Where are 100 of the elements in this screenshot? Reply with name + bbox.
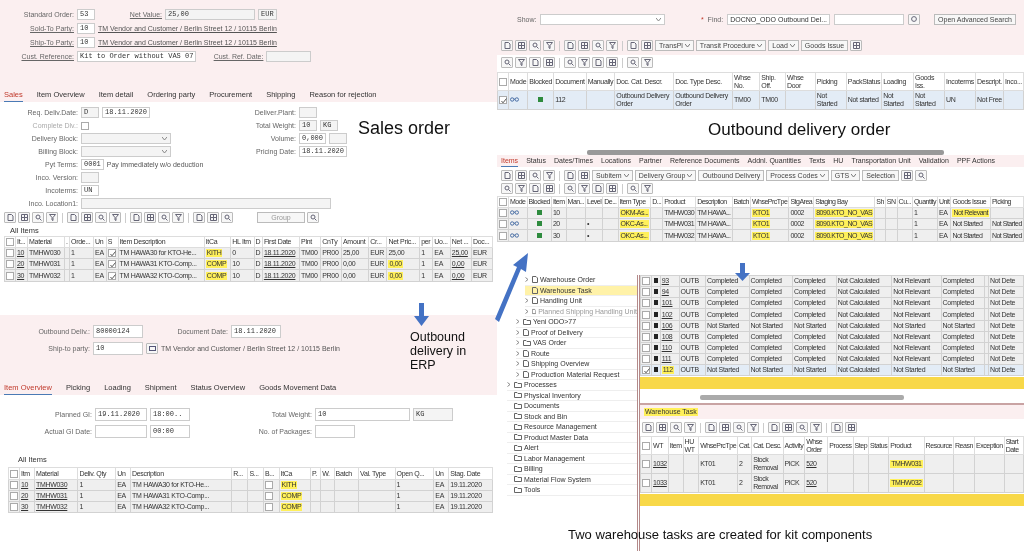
row-checkbox[interactable] bbox=[10, 491, 18, 500]
toolbar-button[interactable] bbox=[656, 422, 668, 434]
toolbar-button[interactable] bbox=[831, 422, 843, 434]
input-field[interactable] bbox=[81, 198, 331, 209]
dropdown-field[interactable] bbox=[81, 146, 171, 157]
toolbar-button[interactable] bbox=[670, 422, 682, 434]
input-field[interactable] bbox=[315, 424, 355, 438]
toolbar-button[interactable] bbox=[501, 40, 513, 51]
checkbox[interactable] bbox=[107, 271, 116, 280]
toolbar-button[interactable] bbox=[95, 212, 107, 223]
toolbar-button[interactable] bbox=[543, 40, 555, 51]
toolbar-button[interactable] bbox=[747, 422, 759, 434]
toolbar-button[interactable] bbox=[529, 170, 541, 181]
toolbar-button[interactable] bbox=[641, 40, 653, 51]
input-field[interactable] bbox=[834, 13, 905, 25]
scrollbar[interactable] bbox=[587, 150, 944, 155]
toolbar-button[interactable] bbox=[529, 57, 541, 68]
row-checkbox[interactable] bbox=[642, 355, 650, 364]
toolbar-button[interactable] bbox=[515, 57, 527, 68]
toolbar-button[interactable] bbox=[627, 57, 639, 68]
toolbar-button[interactable] bbox=[641, 183, 653, 194]
input-field[interactable] bbox=[81, 172, 99, 183]
toolbar-button[interactable] bbox=[564, 183, 576, 194]
toolbar-button[interactable] bbox=[733, 422, 745, 434]
row-checkbox[interactable] bbox=[6, 271, 14, 280]
toolbar-button[interactable] bbox=[606, 40, 618, 51]
toolbar-button[interactable] bbox=[627, 183, 639, 194]
toolbar-button[interactable] bbox=[915, 170, 927, 181]
toolbar-button[interactable] bbox=[501, 57, 513, 68]
toolbar-button[interactable] bbox=[32, 212, 44, 223]
toolbar-button[interactable] bbox=[578, 183, 590, 194]
row-checkbox[interactable] bbox=[642, 479, 650, 488]
checkbox[interactable] bbox=[107, 249, 116, 258]
toolbar-button[interactable] bbox=[18, 212, 30, 223]
toolbar-button[interactable] bbox=[592, 40, 604, 51]
toolbar-button[interactable] bbox=[810, 422, 822, 434]
select-all-checkbox[interactable] bbox=[499, 198, 507, 207]
toolbar-button[interactable] bbox=[515, 183, 527, 194]
row-checkbox[interactable] bbox=[642, 321, 650, 330]
toolbar-button[interactable] bbox=[564, 40, 576, 51]
toolbar-button[interactable] bbox=[515, 40, 527, 51]
toolbar-button[interactable] bbox=[578, 57, 590, 68]
toolbar-button[interactable] bbox=[578, 40, 590, 51]
checkbox[interactable] bbox=[107, 260, 116, 269]
history-button[interactable] bbox=[908, 13, 921, 25]
row-checkbox[interactable] bbox=[642, 366, 650, 375]
dropdown-field[interactable] bbox=[540, 13, 666, 25]
toolbar-button[interactable] bbox=[684, 422, 696, 434]
row-checkbox[interactable] bbox=[10, 503, 18, 512]
checkbox[interactable] bbox=[264, 503, 273, 512]
toolbar-button[interactable] bbox=[578, 170, 590, 181]
toolbar-button[interactable] bbox=[796, 422, 808, 434]
toolbar-button[interactable] bbox=[845, 422, 857, 434]
select-all-checkbox[interactable] bbox=[10, 469, 18, 478]
toolbar-button[interactable] bbox=[543, 170, 555, 181]
toolbar-button[interactable] bbox=[307, 212, 319, 223]
toolbar-button[interactable] bbox=[850, 40, 863, 51]
toolbar-button[interactable] bbox=[81, 212, 93, 223]
toolbar-button[interactable] bbox=[642, 422, 654, 434]
row-checkbox[interactable] bbox=[6, 249, 14, 258]
row-checkbox[interactable] bbox=[499, 96, 507, 105]
toolbar-button[interactable] bbox=[130, 212, 142, 223]
input-field[interactable] bbox=[299, 107, 317, 118]
toolbar-button[interactable] bbox=[606, 183, 618, 194]
row-checkbox[interactable] bbox=[642, 460, 650, 469]
row-checkbox[interactable] bbox=[642, 277, 650, 286]
toolbar-button[interactable] bbox=[193, 212, 205, 223]
toolbar-button[interactable] bbox=[529, 40, 541, 51]
row-checkbox[interactable] bbox=[642, 299, 650, 308]
toolbar-button[interactable] bbox=[606, 57, 618, 68]
row-checkbox[interactable] bbox=[642, 288, 650, 297]
toolbar-button[interactable] bbox=[592, 57, 604, 68]
row-checkbox[interactable] bbox=[10, 480, 18, 489]
toolbar-button[interactable] bbox=[109, 212, 121, 223]
row-checkbox[interactable] bbox=[642, 310, 650, 319]
toolbar-button[interactable] bbox=[158, 212, 170, 223]
toolbar-button[interactable] bbox=[221, 212, 233, 223]
row-checkbox[interactable] bbox=[499, 231, 507, 240]
row-checkbox[interactable] bbox=[642, 344, 650, 353]
toolbar-button[interactable] bbox=[564, 170, 576, 181]
toolbar-button[interactable] bbox=[46, 212, 58, 223]
input-field[interactable] bbox=[95, 424, 147, 438]
toolbar-button[interactable] bbox=[782, 422, 794, 434]
checkbox[interactable] bbox=[264, 480, 273, 489]
toolbar-button[interactable] bbox=[564, 57, 576, 68]
toolbar-button[interactable] bbox=[515, 170, 527, 181]
row-checkbox[interactable] bbox=[499, 209, 507, 218]
toolbar-button[interactable] bbox=[719, 422, 731, 434]
toolbar-button[interactable] bbox=[768, 422, 780, 434]
toolbar-button[interactable] bbox=[705, 422, 717, 434]
toolbar-button[interactable] bbox=[529, 183, 541, 194]
toolbar-button[interactable] bbox=[144, 212, 156, 223]
select-all-checkbox[interactable] bbox=[6, 238, 14, 247]
toolbar-button[interactable] bbox=[172, 212, 184, 223]
toolbar-button[interactable] bbox=[501, 183, 513, 194]
toolbar-button[interactable] bbox=[543, 183, 555, 194]
toolbar-button[interactable] bbox=[627, 40, 639, 51]
toolbar-button[interactable] bbox=[4, 212, 16, 223]
toolbar-button[interactable] bbox=[641, 57, 653, 68]
toolbar-button[interactable] bbox=[501, 170, 513, 181]
